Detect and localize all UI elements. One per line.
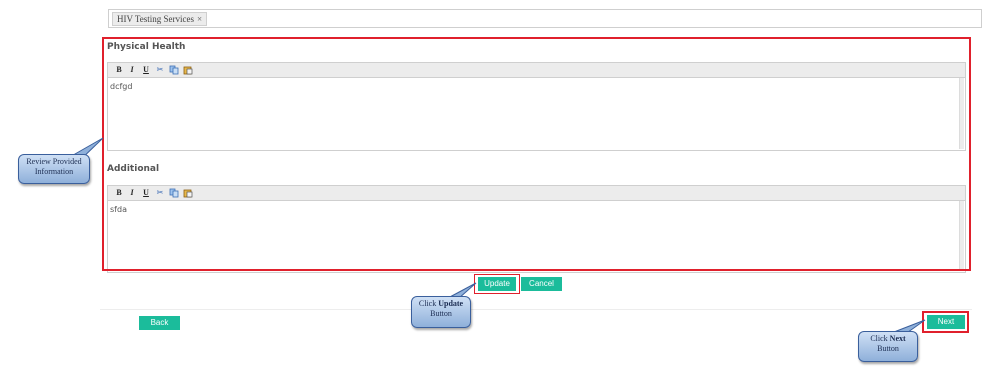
remove-tag-icon[interactable]: × [197, 14, 202, 24]
editor-scrollbar[interactable] [959, 78, 964, 149]
review-callout: Review Provided Information [18, 154, 90, 184]
italic-icon[interactable]: I [127, 188, 137, 198]
cut-icon[interactable]: ✂ [155, 65, 165, 75]
italic-icon[interactable]: I [127, 65, 137, 75]
service-tag-input[interactable]: HIV Testing Services × [108, 9, 982, 28]
next-button[interactable]: Next [927, 315, 965, 329]
physical-health-toolbar: B I U ✂ [108, 63, 965, 78]
bold-icon[interactable]: B [114, 188, 124, 198]
editor-scrollbar[interactable] [959, 201, 964, 271]
review-callout-line2: Information [34, 167, 74, 176]
physical-health-editor[interactable]: B I U ✂ dcfgd [107, 62, 966, 151]
next-callout-line1: Click Next [870, 334, 906, 343]
physical-health-heading: Physical Health [107, 42, 186, 52]
update-callout: Click Update Button [411, 296, 471, 328]
copy-icon[interactable] [169, 65, 179, 75]
underline-icon[interactable]: U [141, 65, 151, 75]
service-tag: HIV Testing Services × [112, 12, 208, 26]
update-callout-line2: Button [430, 309, 452, 318]
paste-icon[interactable] [183, 188, 193, 198]
cancel-button[interactable]: Cancel [521, 277, 562, 291]
next-callout-line2: Button [877, 344, 899, 353]
underline-icon[interactable]: U [141, 188, 151, 198]
bold-icon[interactable]: B [114, 65, 124, 75]
service-tag-label: HIV Testing Services [117, 14, 195, 24]
copy-icon[interactable] [169, 188, 179, 198]
physical-health-content[interactable]: dcfgd [108, 78, 965, 95]
review-callout-line1: Review Provided [26, 157, 82, 166]
additional-heading: Additional [107, 164, 160, 174]
additional-content[interactable]: sfda [108, 201, 965, 218]
update-callout-line1: Click Update [418, 299, 464, 308]
cut-icon[interactable]: ✂ [155, 188, 165, 198]
update-button[interactable]: Update [478, 277, 516, 291]
additional-editor[interactable]: B I U ✂ sfda [107, 185, 966, 273]
back-button[interactable]: Back [139, 316, 180, 330]
additional-toolbar: B I U ✂ [108, 186, 965, 201]
paste-icon[interactable] [183, 65, 193, 75]
footer-divider [100, 309, 972, 310]
next-callout: Click Next Button [858, 331, 918, 362]
